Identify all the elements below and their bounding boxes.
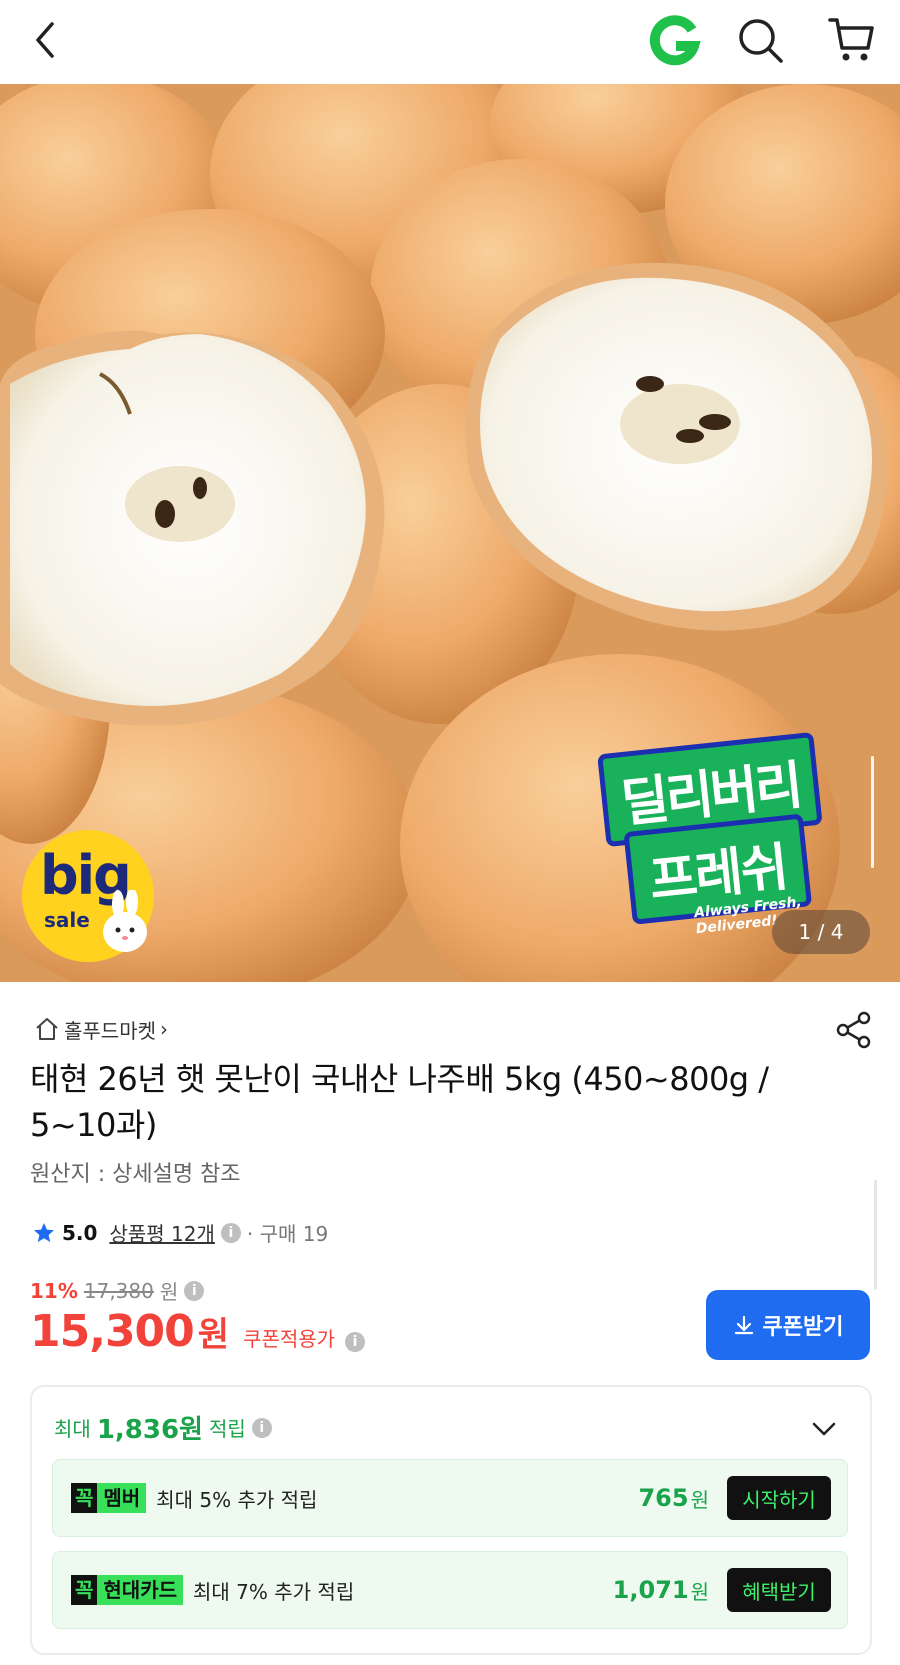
product-title: 태현 26년 햇 못난이 국내산 나주배 5kg (450~800g / 5~1… [30,1060,769,1144]
delivery-fresh-sticker: 딜리버리 프레쉬 Always Fresh, Delivered! [597,726,885,937]
rating-score: 5.0 [62,1220,98,1245]
rating-row: 5.0 상품평 12개 i · 구매 19 [32,1218,328,1247]
reward-amount: 1,836원 [96,1415,203,1445]
benefit-row-card: 꼭 현대카드 최대 7% 추가 적립 1,071 원 혜택받기 [52,1551,848,1629]
tag-name: 멤버 [97,1483,147,1513]
share-icon[interactable] [834,1010,874,1050]
original-price-unit: 원 [159,1280,179,1304]
price-row: 15,300 원 쿠폰적용가 i [30,1306,366,1357]
image-page-indicator: 1 / 4 [772,910,870,954]
chevron-down-icon[interactable] [808,1413,840,1445]
g-logo-icon[interactable] [646,14,702,70]
reward-points-panel: 최대 1,836원 적립 i 꼭 멤버 최대 5% 추가 적립 765 원 시작… [30,1385,872,1655]
sale-price-unit: 원 [197,1315,230,1355]
info-icon[interactable]: i [220,1222,241,1243]
sale-price: 15,300 [30,1306,195,1357]
info-icon[interactable]: i [184,1280,205,1301]
reward-header[interactable]: 최대 1,836원 적립 i [54,1409,272,1446]
tag-mark: 꼭 [71,1575,98,1605]
benefit-value-unit: 원 [690,1487,709,1512]
home-icon [36,1018,58,1040]
product-origin: 원산지 : 상세설명 참조 [30,1162,241,1187]
reward-suffix: 적립 [208,1417,246,1441]
coupon-applied-label: 쿠폰적용가 [243,1327,336,1351]
store-name: 홀푸드마켓 [64,1018,156,1043]
card-tag: 꼭 현대카드 [71,1575,184,1605]
tag-mark: 꼭 [71,1483,98,1513]
benefit-value: 1,071 [612,1576,689,1604]
top-bar [0,0,900,84]
info-icon[interactable]: i [345,1332,366,1352]
chevron-left-icon[interactable] [26,18,66,62]
big-sale-badge: big sale [22,830,154,962]
badge-sale-text: sale [44,908,90,932]
original-price: 17,380 [83,1278,154,1303]
benefit-value-unit: 원 [690,1579,709,1604]
benefit-row-member: 꼭 멤버 최대 5% 추가 적립 765 원 시작하기 [52,1459,848,1537]
benefit-value: 765 [638,1484,689,1512]
download-icon [734,1315,753,1335]
info-icon[interactable]: i [251,1417,272,1438]
purchase-count: · 구매 19 [246,1222,329,1246]
search-icon[interactable] [736,16,786,66]
chevron-right-icon: › [160,1017,168,1041]
member-tag: 꼭 멤버 [71,1483,147,1513]
coupon-button-label: 쿠폰받기 [762,1315,844,1340]
discount-row: 11% 17,380 원 i [30,1276,205,1305]
store-link[interactable]: 홀푸드마켓 › [34,1013,168,1045]
tag-name: 현대카드 [97,1575,184,1605]
reward-prefix: 최대 [54,1417,91,1441]
get-benefit-button[interactable]: 혜택받기 [727,1568,831,1612]
start-membership-button[interactable]: 시작하기 [727,1476,831,1520]
review-count-link[interactable]: 상품평 12개 [109,1218,214,1247]
coupon-download-button[interactable]: 쿠폰받기 [706,1290,870,1360]
star-icon [34,1222,54,1242]
page-scrollbar [874,1180,877,1290]
discount-percent: 11% [30,1278,78,1303]
benefit-description: 최대 7% 추가 적립 [193,1579,355,1604]
benefit-description: 최대 5% 추가 적립 [156,1487,318,1512]
rabbit-icon [103,890,147,952]
cart-icon[interactable] [826,14,878,66]
